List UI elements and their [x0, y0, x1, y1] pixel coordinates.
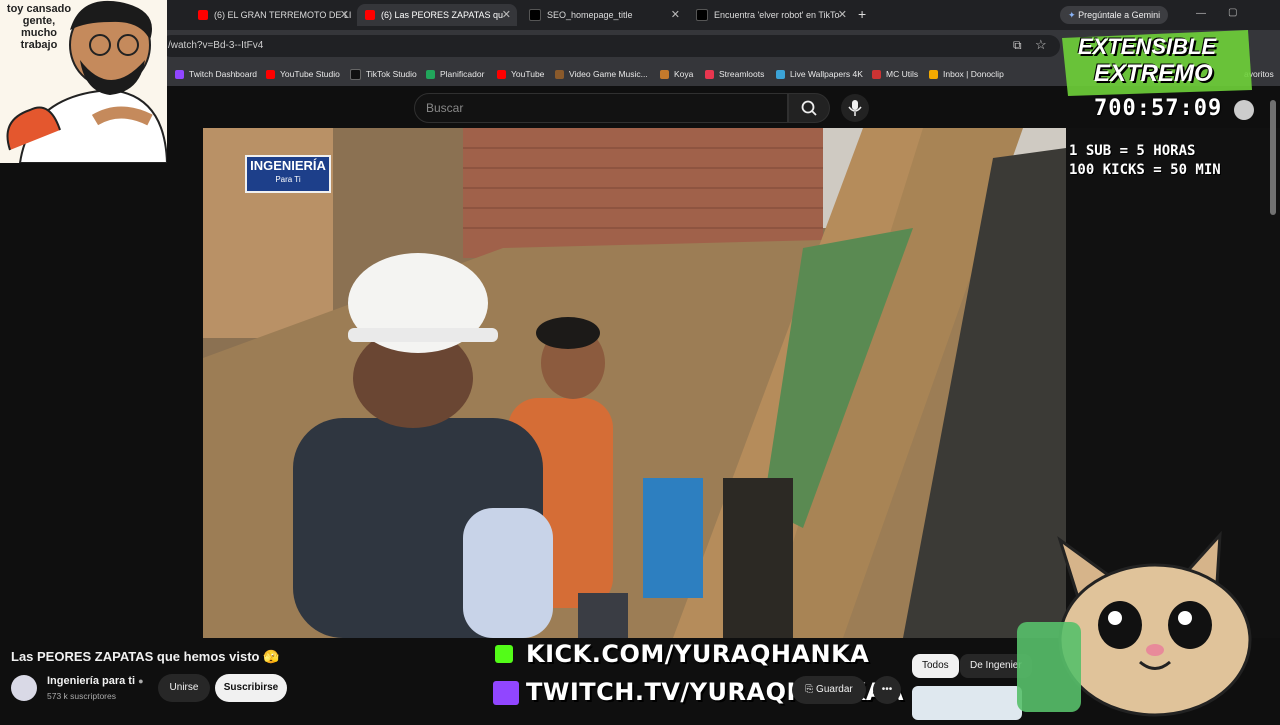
minimize-icon[interactable]: —: [1196, 8, 1206, 19]
kicks-rule: 100 KICKS = 50 MIN: [1069, 162, 1221, 178]
cat-mascot: [1017, 530, 1280, 720]
mc-utils-icon: [872, 69, 881, 79]
youtube-icon: [497, 69, 506, 79]
kick-url: KICK.COM/YURAQHANKA: [526, 640, 870, 668]
channel-avatar[interactable]: [11, 675, 37, 701]
gemini-button[interactable]: ✦ Pregúntale a Gemini: [1060, 6, 1169, 24]
cat-sticker-icon: [1234, 100, 1254, 120]
bookmark-donoclip[interactable]: Inbox | Donoclip: [929, 67, 1004, 81]
gemini-icon: ✦: [1068, 10, 1076, 20]
twitch-icon: [493, 681, 519, 705]
bookmark-live-wallpapers[interactable]: Live Wallpapers 4K: [776, 67, 863, 81]
microphone-icon: [848, 100, 862, 116]
close-icon[interactable]: ✕: [340, 8, 349, 21]
twitch-icon: [175, 69, 184, 79]
bookmark-youtube[interactable]: YouTube: [497, 67, 544, 81]
bookmark-planificador[interactable]: Planificador: [426, 67, 484, 81]
bubble-jar: [1017, 622, 1081, 712]
scrollbar[interactable]: [1270, 100, 1276, 215]
search-button[interactable]: [788, 93, 830, 123]
tab-seo-homepage[interactable]: SEO_homepage_title ✕: [521, 4, 686, 26]
maximize-icon[interactable]: ▢: [1228, 7, 1237, 18]
kick-icon: [495, 645, 513, 663]
donoclip-icon: [929, 69, 938, 79]
tab-terremoto[interactable]: (6) EL GRAN TERREMOTO DE LI ✕: [190, 4, 355, 26]
new-tab-button[interactable]: +: [858, 6, 866, 22]
tab-peores-zapatas[interactable]: (6) Las PEORES ZAPATAS qu ✕: [357, 4, 517, 26]
close-icon[interactable]: ✕: [838, 8, 847, 21]
subscribe-button[interactable]: Suscribirse: [215, 674, 287, 702]
video-frame: [203, 128, 1066, 638]
url-field[interactable]: /watch?v=Bd-3--ItFv4: [160, 35, 1060, 57]
channel-name[interactable]: Ingeniería para ti ●: [47, 675, 144, 687]
bookmark-mc-utils[interactable]: MC Utils: [872, 67, 918, 81]
close-icon[interactable]: ✕: [671, 8, 680, 21]
wallpaper-icon: [776, 69, 785, 79]
koya-icon: [660, 69, 669, 79]
planner-icon: [426, 69, 435, 79]
chip-todos[interactable]: Todos: [912, 654, 959, 678]
youtube-icon: [365, 10, 375, 20]
video-title: Las PEORES ZAPATAS que hemos visto 🫣: [11, 649, 280, 664]
more-actions-button[interactable]: •••: [873, 676, 901, 704]
related-video-thumbnail[interactable]: [912, 686, 1022, 720]
youtube-icon: [198, 10, 208, 20]
webcam-overlay: toy cansado gente, mucho trabajo: [0, 0, 167, 163]
video-player[interactable]: INGENIERÍA Para Ti: [203, 128, 1066, 638]
bookmark-youtube-studio[interactable]: YouTube Studio: [266, 67, 340, 81]
verified-icon: ●: [138, 676, 144, 686]
search-input[interactable]: Buscar: [414, 93, 788, 123]
bookmark-koya[interactable]: Koya: [660, 67, 693, 81]
music-icon: [555, 69, 564, 79]
bookmark-video-game-music[interactable]: Video Game Music...: [555, 67, 648, 81]
channel-logo-watermark: INGENIERÍA Para Ti: [245, 155, 331, 193]
search-icon: [801, 100, 817, 116]
tiktok-icon: [529, 9, 541, 21]
cast-icon[interactable]: ⧉: [1013, 38, 1022, 53]
subscriber-count: 573 k suscriptores: [47, 691, 116, 701]
bookmark-twitch-dashboard[interactable]: Twitch Dashboard: [175, 67, 257, 81]
tiktok-icon: [696, 9, 708, 21]
bookmark-tiktok-studio[interactable]: TikTok Studio: [350, 67, 417, 81]
bookmark-icon: ⎘: [805, 684, 814, 695]
bookmark-streamloots[interactable]: Streamloots: [705, 67, 764, 81]
close-icon[interactable]: ✕: [502, 8, 511, 21]
voice-search-button[interactable]: [841, 94, 869, 122]
more-icon: •••: [881, 684, 893, 695]
save-button[interactable]: ⎘ Guardar: [792, 676, 866, 704]
star-icon[interactable]: ☆: [1035, 37, 1047, 53]
extensible-extremo-logo: EXTENSIBLE EXTREMO: [1058, 30, 1254, 96]
sub-rule: 1 SUB = 5 HORAS: [1069, 143, 1196, 159]
webcam-caption: toy cansado gente, mucho trabajo: [6, 3, 72, 51]
tiktok-icon: [350, 68, 361, 80]
subathon-timer: 700:57:09: [1094, 96, 1223, 121]
youtube-studio-icon: [266, 69, 275, 79]
streamloots-icon: [705, 69, 714, 79]
tab-elver-robot[interactable]: Encuentra 'elver robot' en TikTo ✕: [688, 4, 853, 26]
join-button[interactable]: Unirse: [158, 674, 210, 702]
